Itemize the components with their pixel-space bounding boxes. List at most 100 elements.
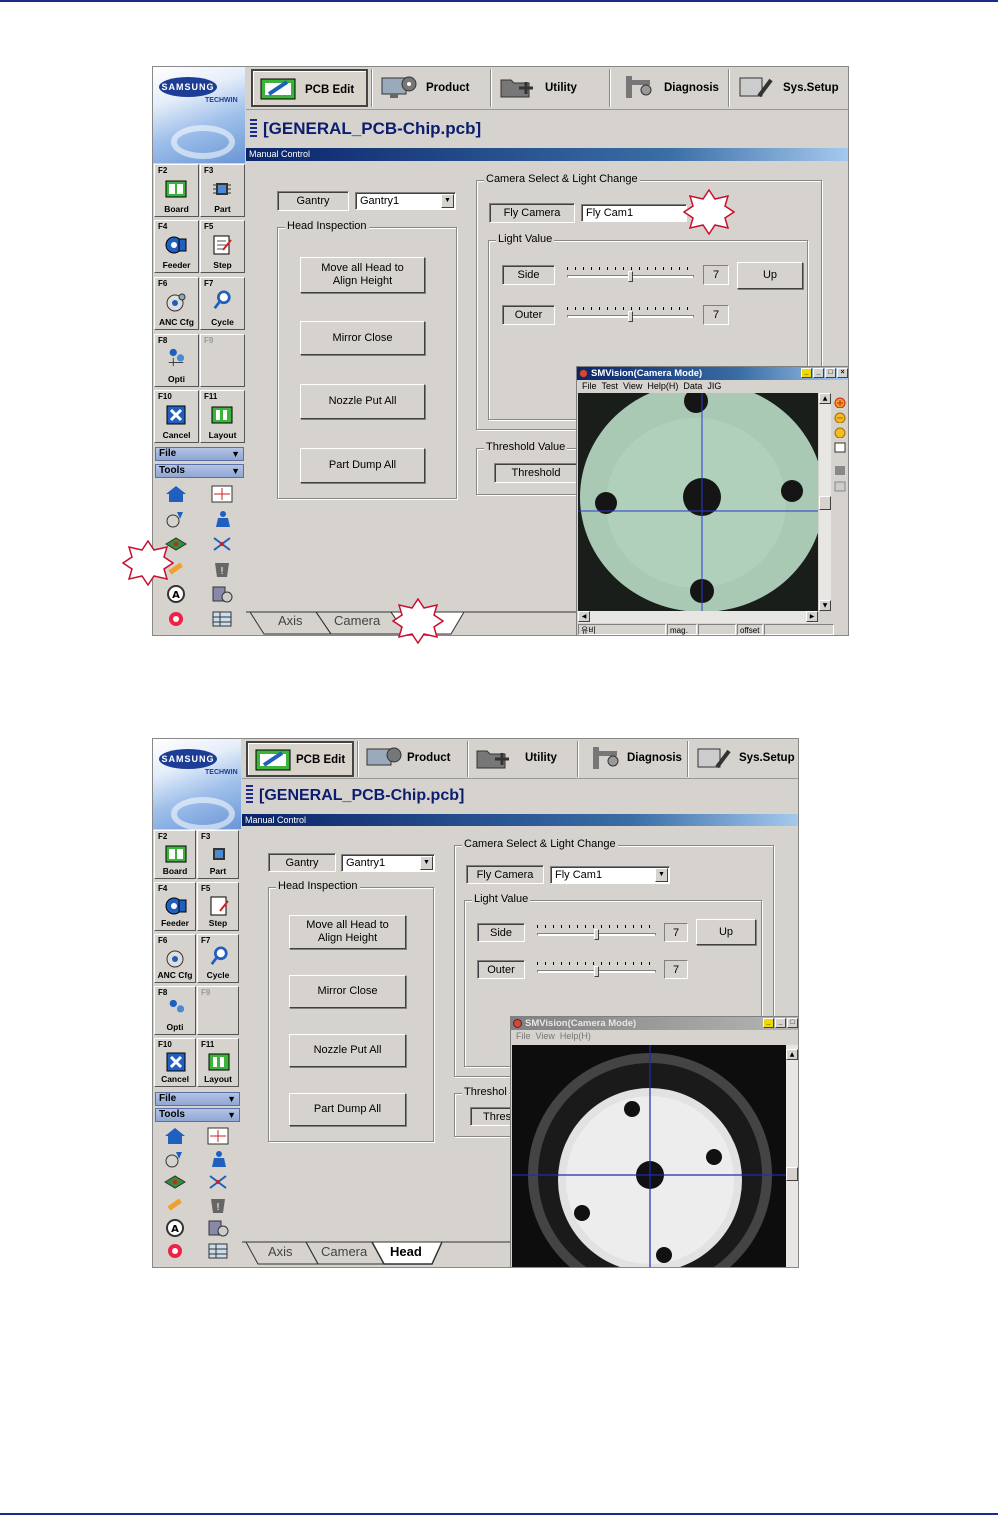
auto-icon[interactable]: A [164, 1219, 186, 1237]
outer-slider-thumb[interactable] [628, 311, 633, 322]
menu-view[interactable]: View [536, 1031, 555, 1041]
side-light-slider[interactable] [567, 265, 694, 285]
tools-menu[interactable]: Tools ▼ [155, 464, 244, 478]
menu-test[interactable]: Test [602, 381, 619, 391]
f8-opti-button[interactable]: F8 Opti [154, 986, 196, 1035]
menu-jig[interactable]: JIG [707, 381, 721, 391]
home-icon[interactable] [164, 1127, 186, 1145]
product-tab[interactable]: Product [374, 69, 489, 107]
f3-part-button[interactable]: F3 Part [197, 830, 239, 879]
minimize-icon[interactable]: _ [763, 1018, 774, 1028]
nozzle-put-all-button[interactable]: Nozzle Put All [300, 384, 425, 419]
config-gear-icon[interactable] [165, 610, 187, 628]
f6-anc-cfg-button[interactable]: F6 ANC Cfg [154, 934, 196, 983]
side-slider-thumb[interactable] [628, 271, 633, 282]
camera-image[interactable] [578, 393, 818, 611]
tools-menu[interactable]: Tools ▼ [155, 1108, 240, 1122]
maximize-icon[interactable]: □ [825, 368, 836, 378]
menu-data[interactable]: Data [683, 381, 702, 391]
scroll-thumb[interactable] [786, 1167, 798, 1181]
vertical-scrollbar[interactable]: ▲ ▼ [819, 393, 831, 611]
teach-position-icon[interactable] [207, 1127, 229, 1145]
outer-light-slider[interactable] [537, 960, 656, 980]
menu-help[interactable]: Help(H) [560, 1031, 591, 1041]
smvision-window[interactable]: SMVision(Camera Mode) _ _ □ File View Help… [510, 1016, 798, 1267]
frame-icon[interactable] [834, 442, 846, 453]
pcb-edit-tab[interactable]: PCB Edit [251, 69, 368, 107]
fly-camera-select[interactable]: Fly Cam1 ▼ [550, 866, 670, 884]
origin-return-icon[interactable] [164, 1150, 186, 1168]
scroll-left-icon[interactable]: ◀ [578, 611, 590, 622]
gantry-select[interactable]: Gantry1 ▼ [355, 192, 456, 210]
f11-layout-button[interactable]: F11 Layout [197, 1038, 239, 1087]
menu-help[interactable]: Help(H) [647, 381, 678, 391]
grab-icon[interactable] [834, 465, 846, 476]
origin-return-icon[interactable] [165, 510, 187, 528]
up-button[interactable]: Up [737, 262, 803, 289]
settings-icon[interactable] [834, 481, 846, 492]
part-dump-all-button[interactable]: Part Dump All [300, 448, 425, 483]
machine-icon[interactable] [211, 585, 233, 603]
scroll-up-icon[interactable]: ▲ [786, 1049, 798, 1060]
home-icon[interactable] [165, 485, 187, 503]
f7-cycle-button[interactable]: F7 Cycle [197, 934, 239, 983]
teach-position-icon[interactable] [211, 485, 233, 503]
f2-board-button[interactable]: F2 Board [154, 164, 199, 217]
threshold-button[interactable]: Thres [470, 1107, 514, 1126]
f10-cancel-button[interactable]: F10 Cancel [154, 1038, 196, 1087]
threshold-button[interactable]: Threshold [494, 463, 578, 483]
smvision-window[interactable]: SMVision(Camera Mode) _ _ □ × File Test Vi… [576, 366, 848, 635]
operator-icon[interactable] [207, 1150, 229, 1168]
zoom-out-icon[interactable] [834, 412, 846, 423]
file-menu[interactable]: File ▼ [155, 1092, 240, 1106]
config-gear-icon[interactable] [164, 1242, 186, 1260]
scroll-thumb[interactable] [819, 496, 831, 510]
sys-setup-tab[interactable]: Sys.Setup [689, 741, 797, 777]
warning-bin-icon[interactable]: ! [207, 1196, 229, 1214]
zoom-fit-icon[interactable] [834, 427, 846, 438]
utility-tab[interactable]: Utility [469, 741, 576, 777]
pcb-edit-tab[interactable]: PCB Edit [246, 741, 354, 777]
product-tab[interactable]: Product [359, 741, 466, 777]
part-dump-all-button[interactable]: Part Dump All [289, 1093, 406, 1126]
f8-opti-button[interactable]: F8 Opti [154, 334, 199, 387]
camera-tab[interactable]: Camera [334, 613, 380, 628]
outer-light-slider[interactable] [567, 305, 694, 325]
list-table-icon[interactable] [207, 1242, 229, 1260]
diagnosis-tab[interactable]: Diagnosis [612, 69, 727, 107]
horizontal-scrollbar[interactable]: ◀ ▶ [578, 611, 818, 623]
axis-xyz-icon[interactable] [211, 535, 233, 553]
f5-step-button[interactable]: F5 Step [197, 882, 239, 931]
f5-step-button[interactable]: F5 Step [200, 220, 245, 273]
mirror-close-button[interactable]: Mirror Close [289, 975, 406, 1008]
menu-view[interactable]: View [623, 381, 642, 391]
up-button[interactable]: Up [696, 919, 756, 945]
f2-board-button[interactable]: F2 Board [154, 830, 196, 879]
zoom-in-icon[interactable] [834, 397, 846, 408]
vertical-scrollbar[interactable]: ▲ [786, 1045, 798, 1267]
scroll-right-icon[interactable]: ▶ [806, 611, 818, 622]
machine-icon[interactable] [207, 1219, 229, 1237]
f10-cancel-button[interactable]: F10 Cancel [154, 390, 199, 443]
restore-icon[interactable]: _ [813, 368, 824, 378]
fly-camera-select[interactable]: Fly Cam1 [581, 204, 687, 222]
f7-cycle-button[interactable]: F7 Cycle [200, 277, 245, 330]
auto-icon[interactable]: A [165, 585, 187, 603]
smvision-titlebar[interactable]: SMVision(Camera Mode) _ _ □ [511, 1017, 798, 1030]
restore-icon[interactable]: _ [775, 1018, 786, 1028]
axis-xyz-icon[interactable] [207, 1173, 229, 1191]
scroll-up-icon[interactable]: ▲ [819, 393, 831, 404]
menu-file[interactable]: File [582, 381, 597, 391]
sys-setup-tab[interactable]: Sys.Setup [731, 69, 846, 107]
axis-tab[interactable]: Axis [268, 1244, 293, 1259]
move-all-head-button[interactable]: Move all Head to Align Height [289, 915, 406, 949]
f3-part-button[interactable]: F3 Part [200, 164, 245, 217]
head-tab[interactable]: Head [390, 1244, 422, 1259]
operator-icon[interactable] [211, 510, 233, 528]
smvision-titlebar[interactable]: SMVision(Camera Mode) _ _ □ × [577, 367, 848, 380]
axis-tab[interactable]: Axis [278, 613, 303, 628]
diagnosis-tab[interactable]: Diagnosis [579, 741, 686, 777]
f6-anc-cfg-button[interactable]: F6 ANC Cfg [154, 277, 199, 330]
file-menu[interactable]: File ▼ [155, 447, 244, 461]
chevron-down-icon[interactable]: ▼ [420, 856, 433, 870]
